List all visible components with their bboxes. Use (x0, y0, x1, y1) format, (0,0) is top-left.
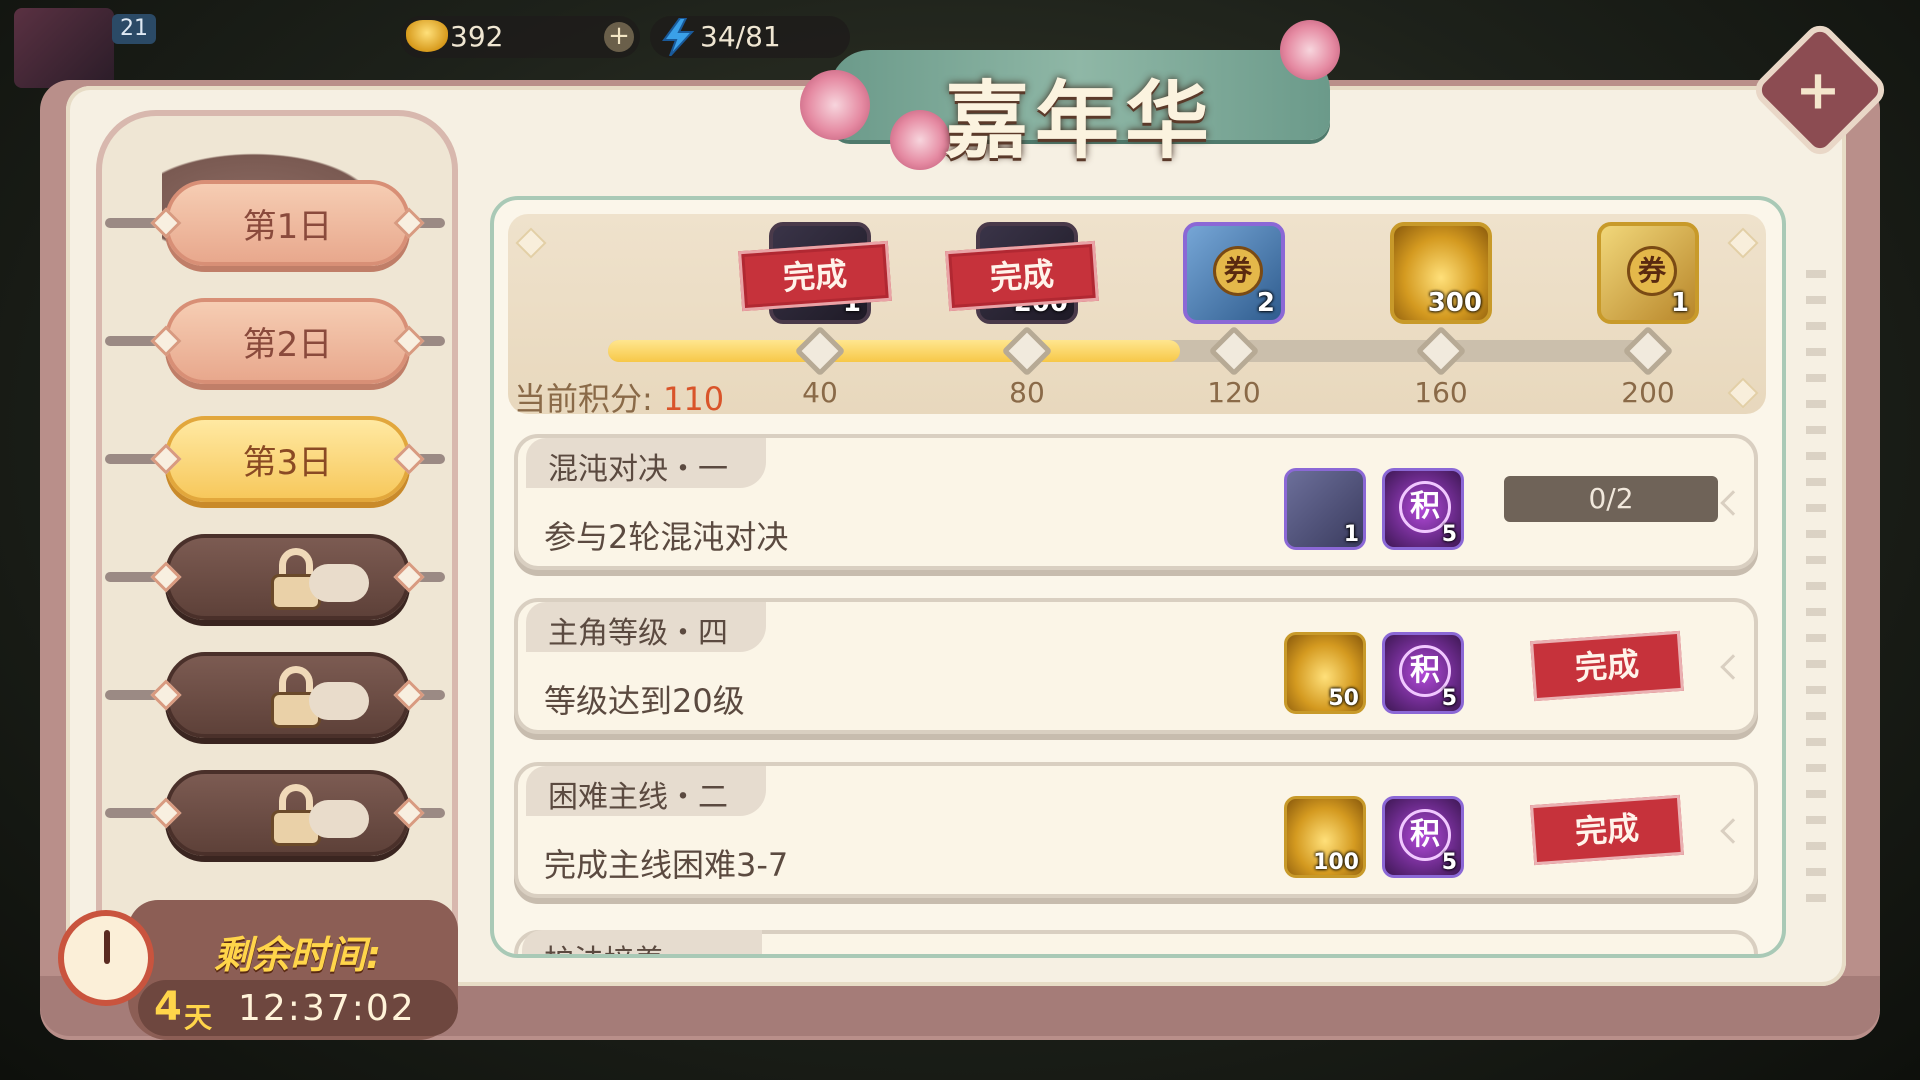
task-complete-stamp: 完成 (1530, 794, 1684, 866)
ticket-icon: 券 (1627, 246, 1677, 296)
card-reward-icon[interactable]: 1 (1284, 468, 1366, 550)
task-title: 混沌对决・一 (548, 452, 728, 487)
task-progress: 0/2 (1504, 476, 1718, 522)
lightning-icon (662, 18, 695, 56)
remaining-days: 4 (154, 984, 182, 1030)
task-description: 完成主线困难3-7 (544, 846, 789, 884)
milestone-points: 40 (802, 376, 838, 409)
task-item-partial: 护法培养 (514, 930, 1758, 954)
day-tab-label: 第2日 (242, 325, 333, 365)
milestone-reward-3[interactable]: 券2 (1183, 222, 1285, 324)
task-item: 主角等级・四等级达到20级 50 积 5 完成 (514, 598, 1758, 734)
day-tab-locked[interactable] (150, 652, 425, 738)
gold-ingot-icon[interactable]: 50 (1284, 632, 1366, 714)
current-score: 当前积分: 110 (514, 374, 724, 420)
remaining-time-value: 12:37:02 (238, 988, 416, 1029)
scroll-indicator[interactable] (1806, 270, 1826, 920)
page-title: 嘉年华 (944, 71, 1215, 170)
score-progress-fill (608, 340, 1180, 362)
task-reward-count: 5 (1441, 850, 1457, 875)
milestone-points: 120 (1207, 376, 1261, 409)
day-tab[interactable]: 第3日 (150, 416, 425, 502)
current-score-value: 110 (662, 380, 725, 418)
top-resource-bar: 21 392 + 34/81 (0, 0, 900, 88)
current-score-label: 当前积分: (514, 380, 653, 418)
day-tab-locked[interactable] (150, 770, 425, 856)
task-reward-count: 5 (1441, 686, 1457, 711)
energy-amount: 34/81 (700, 20, 781, 53)
day-tab[interactable]: 第2日 (150, 298, 425, 384)
milestone-reward-5[interactable]: 券1 (1597, 222, 1699, 324)
points-reward-icon[interactable]: 积5 (1382, 468, 1464, 550)
task-title: 困难主线・二 (548, 780, 728, 815)
score-progress-track (608, 340, 1648, 362)
ticket-icon: 券 (1213, 246, 1263, 296)
task-description: 等级达到20级 (544, 682, 745, 720)
task-reward-count: 1 (1343, 522, 1359, 547)
claimed-stamp: 完成 (738, 240, 892, 312)
task-description: 参与2轮混沌对决 (544, 518, 789, 556)
task-item: 混沌对决・一参与2轮混沌对决 1 积 5 0/2 (514, 434, 1758, 570)
chevron-left-icon (1720, 654, 1746, 680)
task-item: 困难主线・二完成主线困难3-7 100 积 5 完成 (514, 762, 1758, 898)
remaining-time-label: 剩余时间: (214, 933, 382, 977)
day-tab-label: 第1日 (242, 207, 333, 247)
remaining-days-unit: 天 (184, 1001, 213, 1034)
add-gold-button[interactable]: + (604, 22, 634, 52)
milestone-reward-count: 2 (1256, 288, 1275, 318)
task-title: 主角等级・四 (548, 616, 728, 651)
gold-amount: 392 (450, 20, 504, 53)
gold-ingot-icon[interactable]: 100 (1284, 796, 1366, 878)
gold-counter: 392 + (400, 16, 640, 58)
milestone-reward-count: 300 (1427, 288, 1482, 318)
player-avatar[interactable] (14, 8, 114, 88)
task-reward-count: 5 (1441, 522, 1457, 547)
alarm-clock-icon (58, 910, 154, 1006)
gold-ingot-icon (406, 20, 448, 52)
player-level-badge: 21 (112, 14, 156, 44)
task-reward-count: 100 (1313, 850, 1359, 875)
milestone-points: 80 (1009, 376, 1045, 409)
day-tab-label: 第3日 (242, 443, 333, 483)
chevron-left-icon (1720, 490, 1746, 516)
cloud-icon (309, 564, 369, 602)
milestone-points: 200 (1621, 376, 1675, 409)
close-icon: + (1795, 58, 1841, 122)
points-reward-icon[interactable]: 积5 (1382, 632, 1464, 714)
milestone-reward-count: 1 (1670, 288, 1689, 318)
claimed-stamp: 完成 (945, 240, 1099, 312)
day-tab[interactable]: 第1日 (150, 180, 425, 266)
cloud-icon (309, 682, 369, 720)
partial-task-title: 护法培养 (544, 936, 664, 954)
task-reward-count: 50 (1328, 686, 1359, 711)
title-banner: 嘉年华 (800, 10, 1360, 180)
cloud-icon (309, 800, 369, 838)
points-reward-icon[interactable]: 积5 (1382, 796, 1464, 878)
milestone-reward-4[interactable]: 300 (1390, 222, 1492, 324)
chevron-left-icon (1720, 818, 1746, 844)
milestone-points: 160 (1414, 376, 1468, 409)
task-complete-stamp: 完成 (1530, 630, 1684, 702)
remaining-time-box: 剩余时间: 4 天 12:37:02 (58, 860, 458, 1040)
day-tab-locked[interactable] (150, 534, 425, 620)
